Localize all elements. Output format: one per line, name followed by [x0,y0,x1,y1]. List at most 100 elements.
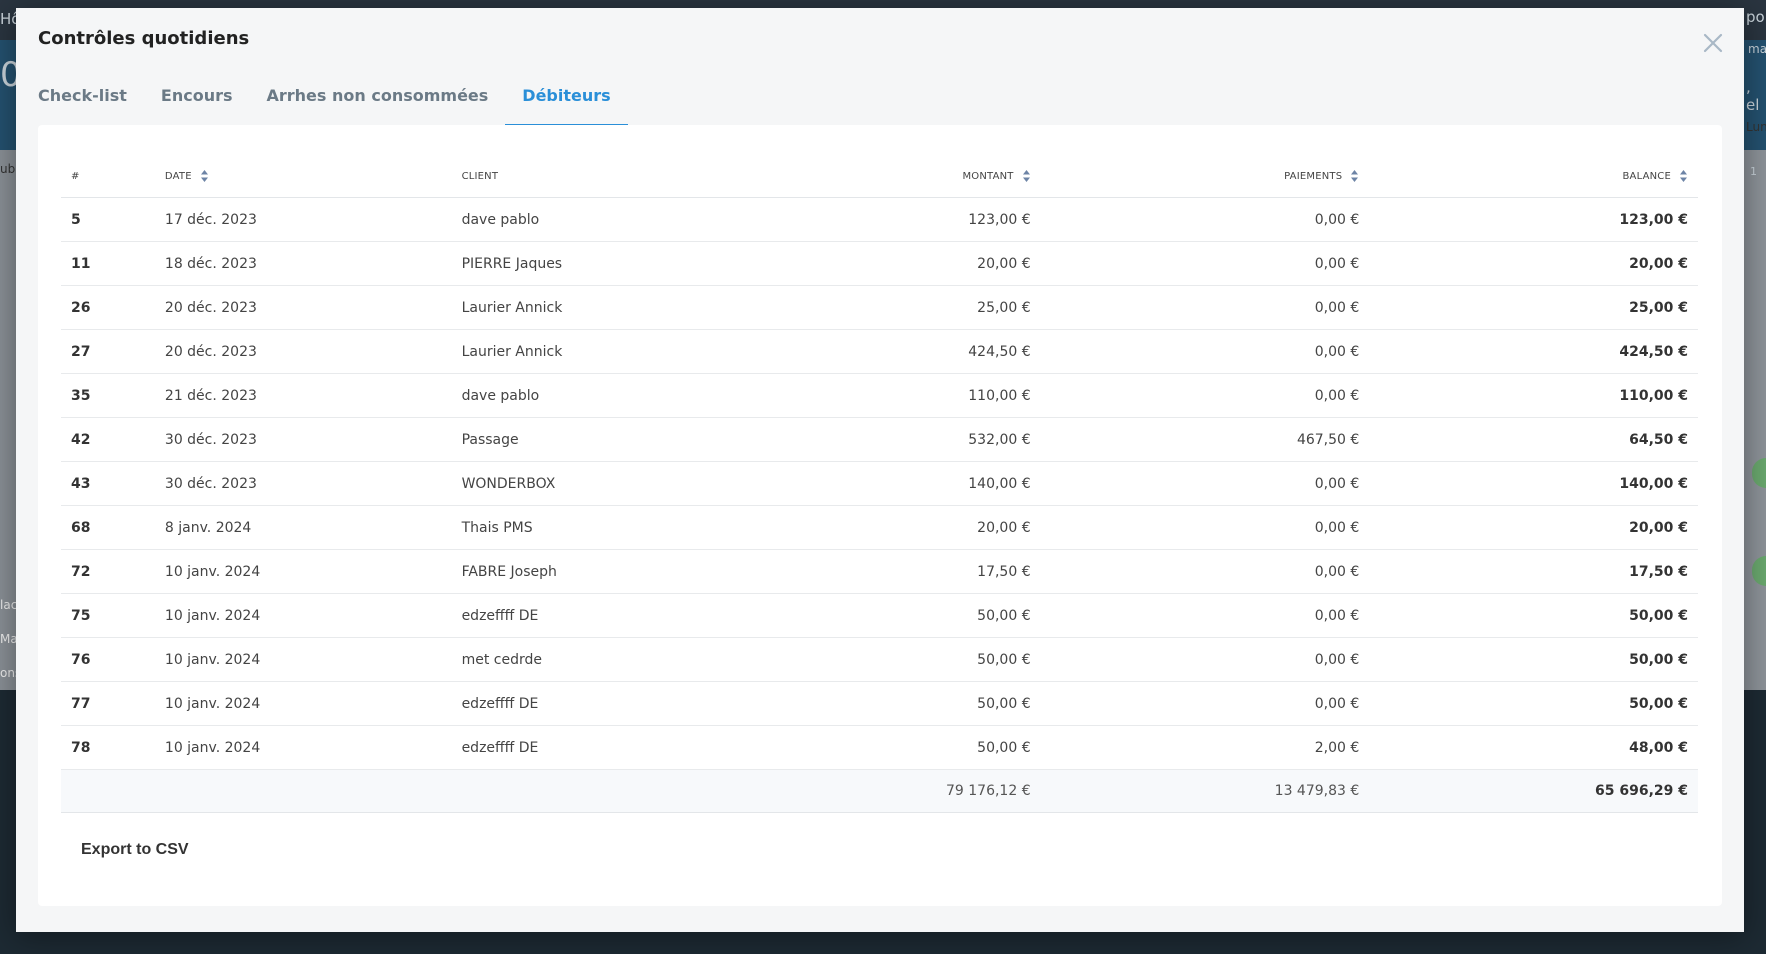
cell-montant: 140,00 € [876,461,1041,506]
table-row[interactable]: 43 30 déc. 2023 WONDERBOX 140,00 €0,00 €140… [61,461,1698,506]
sort-icon[interactable] [1350,169,1359,183]
cell-id: 11 [61,241,155,286]
cell-montant: 123,00 € [876,197,1041,242]
tab-encours[interactable]: Encours [144,82,250,127]
table-row[interactable]: 5 17 déc. 2023 dave pablo 123,00 €0,00 €123… [61,197,1698,242]
header-label: MONTANT [962,171,1014,182]
close-button[interactable] [1700,30,1726,56]
cell-paiements: 0,00 € [1040,681,1370,726]
cell-id: 76 [61,637,155,682]
tab-check-list[interactable]: Check-list [38,82,144,127]
table-row[interactable]: 78 10 janv. 2024 edzeffff DE 50,00 €2,00 €4… [61,725,1698,770]
cell-paiements: 0,00 € [1040,197,1370,242]
cell-date: 10 janv. 2024 [154,637,452,682]
background-text: ma [1748,42,1766,56]
sort-icon[interactable] [1022,169,1031,183]
tab-arrhes-non-consommees[interactable]: Arrhes non consommées [250,82,506,127]
table-row[interactable]: 77 10 janv. 2024 edzeffff DE 50,00 €0,00 €5… [61,681,1698,726]
cell-client: Laurier Annick [451,285,877,330]
cell-montant: 17,50 € [876,549,1041,594]
cell-montant: 50,00 € [876,725,1041,770]
cell-client: met cedrde [451,637,877,682]
cell-client: FABRE Joseph [451,549,877,594]
cell-paiements: 0,00 € [1040,285,1370,330]
cell-client: edzeffff DE [451,725,877,770]
cell-client: dave pablo [451,373,877,418]
cell-id: 5 [61,197,155,242]
table-row[interactable]: 27 20 déc. 2023 Laurier Annick 424,50 €0,00… [61,329,1698,374]
header-paiements[interactable]: PAIEMENTS [1040,155,1370,198]
cell-date: 30 déc. 2023 [154,417,452,462]
daily-checks-modal: Contrôles quotidiens Check-list Encours … [16,8,1744,932]
cell-balance: 123,00 € [1369,197,1698,242]
table-header-row: # DATE CLIENT MONTANT PAIEMENTS BALANCE [61,155,1698,198]
cell-balance: 17,50 € [1369,549,1698,594]
cell-id: 75 [61,593,155,638]
background-text: Lun [1746,120,1766,134]
export-csv-button[interactable]: Export to CSV [81,841,189,859]
cell-montant: 25,00 € [876,285,1041,330]
cell-id: 26 [61,285,155,330]
background-right-panel [1744,150,1766,690]
header-label: DATE [164,171,192,182]
cell-paiements: 0,00 € [1040,505,1370,550]
table-row[interactable]: 11 18 déc. 2023 PIERRE Jaques 20,00 €0,00 €… [61,241,1698,286]
sort-icon[interactable] [1679,169,1688,183]
cell-montant: 532,00 € [876,417,1041,462]
header-montant[interactable]: MONTANT [876,155,1041,198]
table-row[interactable]: 42 30 déc. 2023 Passage 532,00 €467,50 €64,… [61,417,1698,462]
modal-title: Contrôles quotidiens [38,28,250,49]
header-balance[interactable]: BALANCE [1369,155,1698,198]
cell-id: 27 [61,329,155,374]
cell-date: 18 déc. 2023 [154,241,452,286]
cell-id: 68 [61,505,155,550]
cell-id: 72 [61,549,155,594]
cell-client: Passage [451,417,877,462]
cell-balance: 25,00 € [1369,285,1698,330]
totals-row: 79 176,12 € 13 479,83 € 65 696,29 € [61,769,1698,813]
cell-date: 10 janv. 2024 [154,725,452,770]
cell-montant: 20,00 € [876,505,1041,550]
cell-date: 8 janv. 2024 [154,505,452,550]
cell-balance: 50,00 € [1369,637,1698,682]
close-icon [1703,33,1723,53]
table-row[interactable]: 72 10 janv. 2024 FABRE Joseph 17,50 €0,00 €… [61,549,1698,594]
cell-montant: 50,00 € [876,681,1041,726]
table-row[interactable]: 26 20 déc. 2023 Laurier Annick 25,00 €0,00 … [61,285,1698,330]
table-row[interactable]: 75 10 janv. 2024 edzeffff DE 50,00 €0,00 €5… [61,593,1698,638]
cell-date: 10 janv. 2024 [154,549,452,594]
cell-paiements: 0,00 € [1040,373,1370,418]
table-row[interactable]: 35 21 déc. 2023 dave pablo 110,00 €0,00 €11… [61,373,1698,418]
cell-paiements: 467,50 € [1040,417,1370,462]
total-paiements: 13 479,83 € [1040,769,1370,813]
cell-paiements: 0,00 € [1040,593,1370,638]
totals-cell-empty [451,769,877,813]
header-label: CLIENT [461,170,499,182]
cell-balance: 20,00 € [1369,505,1698,550]
header-date[interactable]: DATE [154,155,452,198]
header-number: # [61,155,155,198]
cell-paiements: 0,00 € [1040,461,1370,506]
sort-icon[interactable] [200,169,209,183]
cell-client: WONDERBOX [451,461,877,506]
cell-id: 35 [61,373,155,418]
cell-id: 43 [61,461,155,506]
cell-montant: 424,50 € [876,329,1041,374]
cell-id: 77 [61,681,155,726]
cell-paiements: 2,00 € [1040,725,1370,770]
cell-balance: 50,00 € [1369,593,1698,638]
cell-date: 20 déc. 2023 [154,285,452,330]
table-row[interactable]: 68 8 janv. 2024 Thais PMS 20,00 €0,00 €20,0… [61,505,1698,550]
cell-balance: 20,00 € [1369,241,1698,286]
cell-date: 10 janv. 2024 [154,681,452,726]
cell-balance: 424,50 € [1369,329,1698,374]
cell-paiements: 0,00 € [1040,549,1370,594]
header-label: # [71,170,80,182]
debtors-table: # DATE CLIENT MONTANT PAIEMENTS BALANCE … [61,155,1698,813]
cell-date: 17 déc. 2023 [154,197,452,242]
cell-montant: 110,00 € [876,373,1041,418]
table-row[interactable]: 76 10 janv. 2024 met cedrde 50,00 €0,00 €50… [61,637,1698,682]
tab-debiteurs[interactable]: Débiteurs [505,82,628,127]
cell-paiements: 0,00 € [1040,241,1370,286]
cell-client: edzeffff DE [451,593,877,638]
